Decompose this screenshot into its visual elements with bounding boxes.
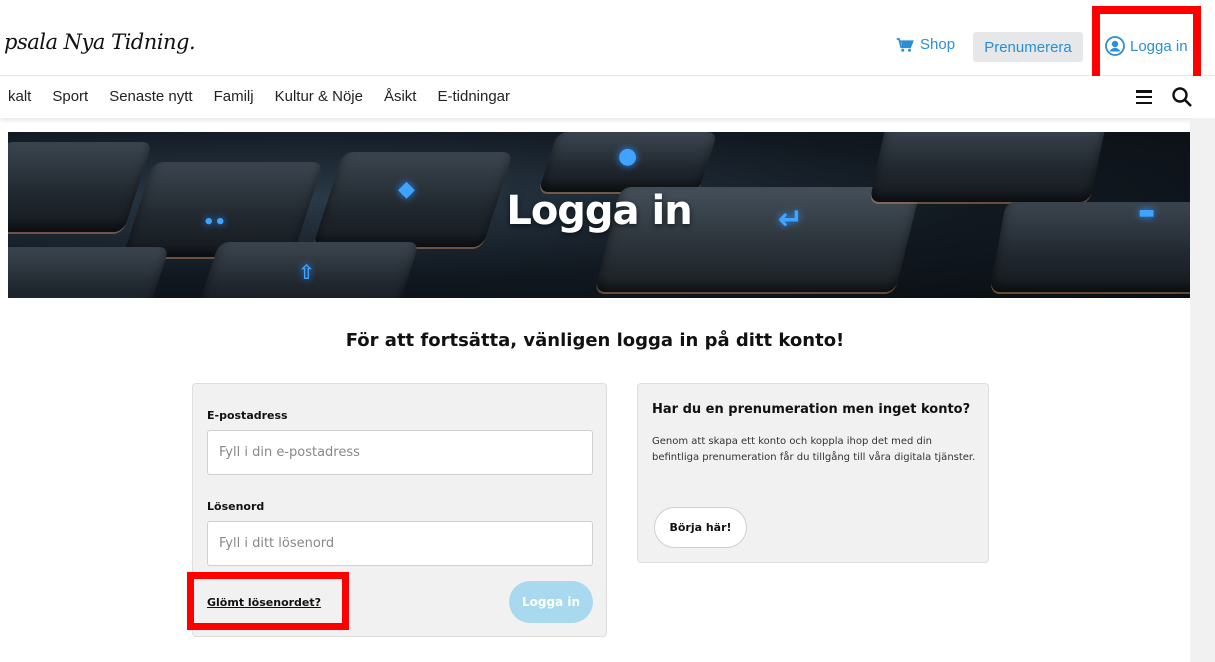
password-label: Lösenord [207,500,265,513]
page-subtitle: För att fortsätta, vänligen logga in på … [345,330,845,351]
nav-item-e-tidningar[interactable]: E-tidningar [437,88,510,105]
start-here-button[interactable]: Börja här! [654,507,747,548]
login-submit-button[interactable]: Logga in [509,581,593,623]
nav-item-kultur-noje[interactable]: Kultur & Nöje [275,88,363,105]
search-icon[interactable] [1171,86,1193,108]
nav-item-senaste-nytt[interactable]: Senaste nytt [109,88,192,105]
main-nav: kalt Sport Senaste nytt Familj Kultur & … [0,76,1215,118]
hero-title: Logga in [506,188,692,234]
info-card-text: Genom att skapa ett konto och koppla iho… [652,436,976,463]
nav-item-asikt[interactable]: Åsikt [384,88,417,105]
hamburger-icon[interactable] [1136,90,1152,104]
login-link[interactable]: Logga in [1105,36,1188,56]
shop-label: Shop [920,36,956,53]
email-field[interactable]: Fyll i din e-postadress [207,430,593,475]
nav-list: kalt Sport Senaste nytt Familj Kultur & … [8,88,531,105]
key-glyph-icon: ● [618,144,638,169]
cart-icon [896,37,914,52]
nav-item-lokalt[interactable]: kalt [8,88,31,105]
subscribe-button[interactable]: Prenumerera [973,32,1083,62]
site-logo[interactable]: psala Nya Tidning. [4,30,196,54]
hero-banner: •• ◆ ⇧ ↵ ● ▬ Logga in [8,132,1190,298]
info-card-title: Har du en prenumeration men inget konto? [652,402,971,417]
info-card: Har du en prenumeration men inget konto?… [637,383,989,563]
key-glyph-icon: ⇧ [298,260,315,284]
password-field[interactable]: Fyll i ditt lösenord [207,521,593,566]
user-circle-icon [1105,36,1125,56]
forgot-password-link[interactable]: Glömt lösenordet? [207,596,321,609]
scrollbar-track[interactable] [1190,118,1215,662]
login-form: E-postadress Fyll i din e-postadress Lös… [192,383,607,637]
nav-item-familj[interactable]: Familj [214,88,254,105]
keyboard-key-image [8,247,170,298]
email-label: E-postadress [207,409,288,422]
site-header: psala Nya Tidning. Shop Prenumerera Logg… [0,0,1215,76]
login-link-label: Logga in [1130,37,1188,55]
nav-item-sport[interactable]: Sport [52,88,88,105]
shop-link[interactable]: Shop [896,36,955,53]
